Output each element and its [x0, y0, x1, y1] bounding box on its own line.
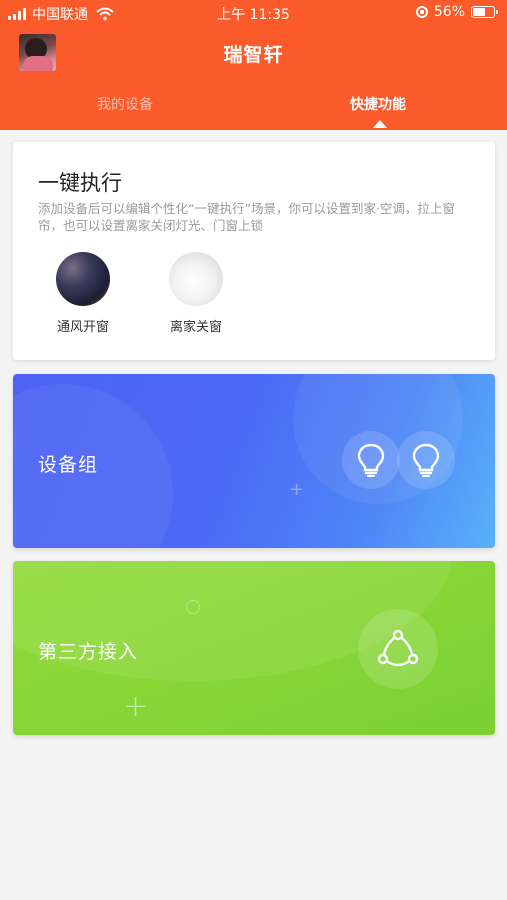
one-key-title: 一键执行 [38, 171, 122, 195]
third-party-card[interactable]: + 第三方接入 [13, 561, 495, 735]
scene-ventilate[interactable]: 通风开窗 [43, 252, 123, 335]
device-group-label: 设备组 [38, 454, 99, 476]
scene-leave-home[interactable]: 离家关窗 [156, 252, 236, 335]
curtain-image [169, 252, 223, 306]
share-icon [358, 609, 438, 689]
status-bar: 中国联通 上午 11:35 56% [0, 0, 507, 26]
scene-label: 通风开窗 [56, 320, 109, 335]
active-tab-indicator [373, 120, 387, 128]
lightbulb-icon [397, 431, 455, 489]
decorative-plus: + [289, 479, 305, 500]
tab-quick-functions[interactable]: 快捷功能 [350, 94, 406, 114]
decorative-ring [186, 600, 200, 614]
lightbulb-icon [342, 431, 400, 489]
third-party-label: 第三方接入 [38, 641, 139, 663]
device-group-card[interactable]: + 设备组 [13, 374, 495, 548]
one-key-card: 一键执行 添加设备后可以编辑个性化“一键执行”场景，你可以设置到家·空调，拉上窗… [13, 142, 495, 360]
tab-my-devices[interactable]: 我的设备 [97, 94, 153, 114]
app-screen: 中国联通 上午 11:35 56% 瑞智轩 我的设备 快捷功能 一键执行 添加设… [0, 0, 507, 900]
header: 中国联通 上午 11:35 56% 瑞智轩 我的设备 快捷功能 [0, 0, 507, 130]
decorative-plus: + [123, 689, 149, 724]
page-title: 瑞智轩 [223, 44, 284, 66]
status-right: 56% [415, 4, 498, 20]
night-sky-image [56, 252, 110, 306]
battery-icon [471, 6, 498, 18]
tab-bar: 我的设备 快捷功能 [0, 86, 507, 130]
battery-percent: 56% [433, 4, 465, 20]
scene-label: 离家关窗 [169, 320, 222, 335]
one-key-description: 添加设备后可以编辑个性化“一键执行”场景，你可以设置到家·空调，拉上窗帘，也可以… [38, 201, 455, 233]
rotation-lock-icon [415, 6, 428, 18]
